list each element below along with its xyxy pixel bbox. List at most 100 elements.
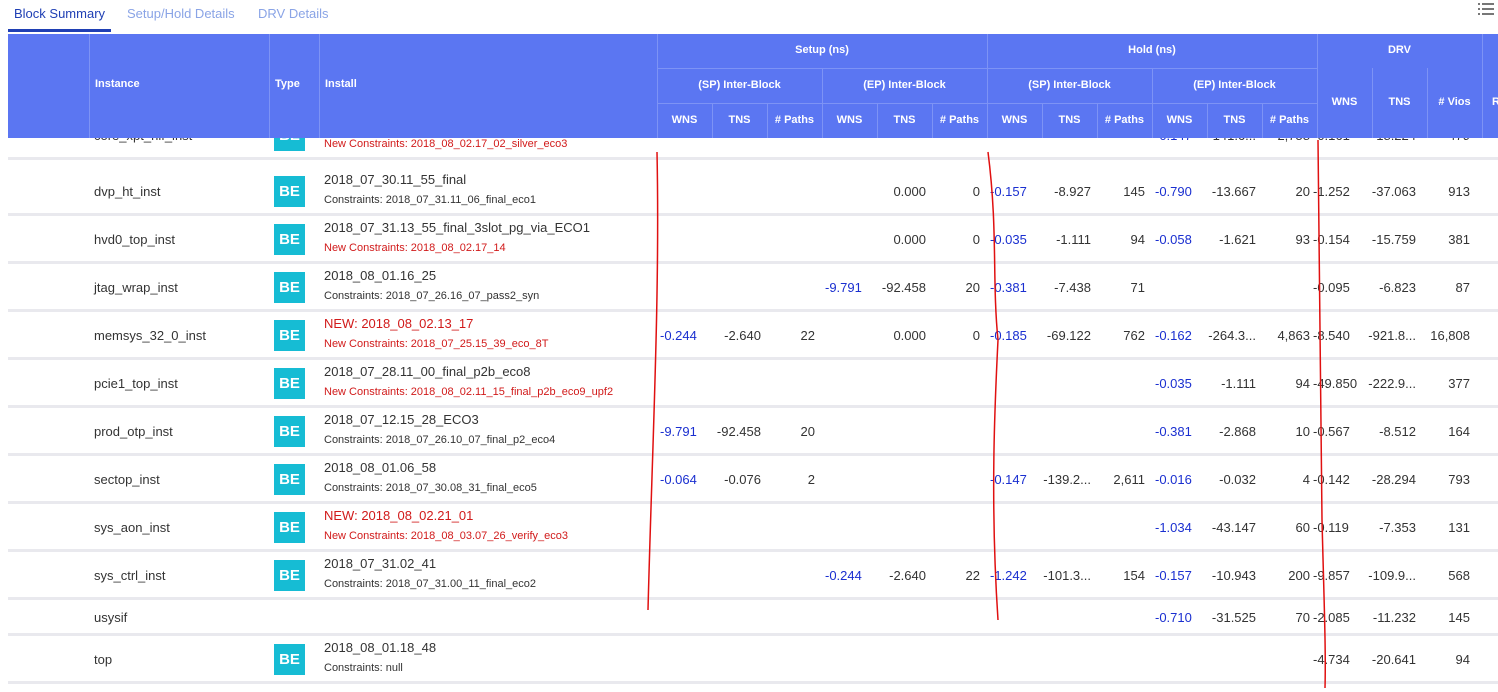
instance-name[interactable]: usysif xyxy=(94,610,127,625)
header-instance[interactable]: Instance xyxy=(95,78,140,90)
type-badge: BE xyxy=(274,320,305,351)
instance-name[interactable]: prod_otp_inst xyxy=(94,424,173,439)
tab-block-summary[interactable]: Block Summary xyxy=(14,6,105,21)
table-row[interactable]: memsys_32_0_inst BE NEW: 2018_08_02.13_17 N… xyxy=(8,312,1498,360)
header-drv-vios[interactable]: # Vios xyxy=(1427,96,1482,108)
drv-count: 87 xyxy=(1455,280,1470,295)
drv-tns: -15.759 xyxy=(1371,232,1416,247)
header-type[interactable]: Type xyxy=(275,78,300,90)
hold-ep-wns: -0.147 xyxy=(1155,138,1192,143)
drv-count: 793 xyxy=(1448,472,1470,487)
setup-sp-tns: -92.458 xyxy=(716,424,761,439)
hold-sp-tns: -8.927 xyxy=(1054,184,1091,199)
hold-sp-tns: -1.111 xyxy=(1056,232,1091,247)
instance-name[interactable]: dvp_ht_inst xyxy=(94,184,161,199)
install-version[interactable]: NEW: 2018_08_02.21_01 xyxy=(324,508,473,523)
install-version[interactable]: 2018_08_01.06_58 xyxy=(324,460,436,475)
type-badge: BE xyxy=(274,368,305,399)
header-paths[interactable]: # Paths xyxy=(932,114,987,126)
drv-wns: -4.734 xyxy=(1313,652,1350,667)
install-constraints: Constraints: 2018_07_30.08_31_final_eco5 xyxy=(324,482,537,494)
header-install[interactable]: Install xyxy=(325,78,357,90)
header-paths[interactable]: # Paths xyxy=(767,114,822,126)
instance-name[interactable]: sys_aon_inst xyxy=(94,520,170,535)
install-version[interactable]: 2018_08_01.16_25 xyxy=(324,268,436,283)
table-row[interactable]: jtag_wrap_inst BE 2018_08_01.16_25 Constrai… xyxy=(8,264,1498,312)
install-version[interactable]: 2018_07_28.11_00_final_p2b_eco8 xyxy=(324,364,531,379)
setup-sp-wns: -0.064 xyxy=(660,472,697,487)
table-row[interactable]: core_xpt_hif_instBE2018_08_02.17_02New C… xyxy=(8,138,1498,160)
table-row[interactable]: sectop_inst BE 2018_08_01.06_58 Constraints… xyxy=(8,456,1498,504)
install-version[interactable]: NEW: 2018_08_02.13_17 xyxy=(324,316,473,331)
header-tns[interactable]: TNS xyxy=(877,114,932,126)
drv-wns: -9.857 xyxy=(1313,568,1350,583)
table-row[interactable]: sys_aon_inst BE NEW: 2018_08_02.21_01 New C… xyxy=(8,504,1498,552)
install-version[interactable]: 2018_08_01.18_48 xyxy=(324,640,436,655)
instance-name[interactable]: sectop_inst xyxy=(94,472,160,487)
table-row[interactable]: prod_otp_inst BE 2018_07_12.15_28_ECO3 Cons… xyxy=(8,408,1498,456)
install-constraints: New Constraints: 2018_08_02.17_14 xyxy=(324,242,506,254)
drv-wns: -0.095 xyxy=(1313,280,1350,295)
hold-ep-wns: -0.035 xyxy=(1155,376,1192,391)
header-wns[interactable]: WNS xyxy=(657,114,712,126)
setup-ep-count: 0 xyxy=(972,328,980,343)
header-wns[interactable]: WNS xyxy=(987,114,1042,126)
header-truncated-column[interactable]: R xyxy=(1492,96,1498,108)
drv-count: 568 xyxy=(1448,568,1470,583)
drv-count: 16,808 xyxy=(1430,328,1470,343)
table-row[interactable]: dvp_ht_inst BE 2018_07_30.11_55_final Const… xyxy=(8,168,1498,216)
table-row[interactable]: top BE 2018_08_01.18_48 Constraints: null -4… xyxy=(8,636,1498,684)
hold-ep-tns: -13.667 xyxy=(1211,184,1256,199)
hold-ep-count: 4,863 xyxy=(1277,328,1310,343)
instance-name[interactable]: hvd0_top_inst xyxy=(94,232,175,247)
install-constraints: New Constraints: 2018_08_02.17_02_silver… xyxy=(324,138,568,150)
tab-setup-hold-details[interactable]: Setup/Hold Details xyxy=(127,6,235,21)
table-row[interactable]: hvd0_top_inst BE 2018_07_31.13_55_final_3s… xyxy=(8,216,1498,264)
install-constraints: Constraints: 2018_07_31.00_11_final_eco2 xyxy=(324,578,537,590)
install-version[interactable]: 2018_07_30.11_55_final xyxy=(324,172,466,187)
drv-count: 377 xyxy=(1448,376,1470,391)
install-version[interactable]: 2018_07_31.02_41 xyxy=(324,556,436,571)
header-wns[interactable]: WNS xyxy=(1152,114,1207,126)
column-menu-icon[interactable] xyxy=(1476,2,1496,18)
header-drv: DRV xyxy=(1387,44,1412,56)
header-tns[interactable]: TNS xyxy=(1207,114,1262,126)
install-constraints: Constraints: 2018_07_26.16_07_pass2_syn xyxy=(324,290,540,302)
tab-drv-details[interactable]: DRV Details xyxy=(258,6,329,21)
header-paths[interactable]: # Paths xyxy=(1262,114,1317,126)
hold-ep-tns: -43.147 xyxy=(1211,520,1256,535)
drv-tns: -37.063 xyxy=(1371,184,1416,199)
header-wns[interactable]: WNS xyxy=(822,114,877,126)
hold-sp-count: 94 xyxy=(1130,232,1145,247)
hold-ep-wns: -0.790 xyxy=(1155,184,1192,199)
drv-tns: -18.224 xyxy=(1362,138,1416,143)
instance-name[interactable]: core_xpt_hif_inst xyxy=(94,138,192,143)
type-badge: BE xyxy=(274,176,305,207)
setup-sp-wns: -0.244 xyxy=(660,328,697,343)
header-tns[interactable]: TNS xyxy=(712,114,767,126)
drv-count: 479 xyxy=(1416,138,1470,143)
setup-ep-count: 0 xyxy=(972,184,980,199)
instance-name[interactable]: sys_ctrl_inst xyxy=(94,568,166,583)
instance-name[interactable]: jtag_wrap_inst xyxy=(94,280,178,295)
instance-name[interactable]: pcie1_top_inst xyxy=(94,376,178,391)
install-version[interactable]: 2018_07_31.13_55_final_3slot_pg_via_ECO1 xyxy=(324,220,590,235)
install-version[interactable]: 2018_07_12.15_28_ECO3 xyxy=(324,412,479,427)
table-row[interactable]: sys_ctrl_inst BE 2018_07_31.02_41 Constrain… xyxy=(8,552,1498,600)
instance-name[interactable]: memsys_32_0_inst xyxy=(94,328,206,343)
drv-tns: -109.9... xyxy=(1368,568,1416,583)
instance-name[interactable]: top xyxy=(94,652,112,667)
hold-ep-wns: -0.157 xyxy=(1155,568,1192,583)
install-constraints: New Constraints: 2018_08_03.07_26_verify… xyxy=(324,530,568,542)
header-paths[interactable]: # Paths xyxy=(1097,114,1152,126)
table-row[interactable]: pcie1_top_inst BE 2018_07_28.11_00_final_p… xyxy=(8,360,1498,408)
drv-count: 131 xyxy=(1448,520,1470,535)
header-drv-wns[interactable]: WNS xyxy=(1317,96,1372,108)
hold-ep-tns: -1.621 xyxy=(1219,232,1256,247)
install-constraints: Constraints: 2018_07_26.10_07_final_p2_e… xyxy=(324,434,556,446)
table-row[interactable]: usysif -0.710 -31.525 70 -2.085 -11.232 145 xyxy=(8,600,1498,636)
header-drv-tns[interactable]: TNS xyxy=(1372,96,1427,108)
install-constraints: Constraints: null xyxy=(324,662,403,674)
header-tns[interactable]: TNS xyxy=(1042,114,1097,126)
setup-ep-count: 0 xyxy=(972,232,980,247)
